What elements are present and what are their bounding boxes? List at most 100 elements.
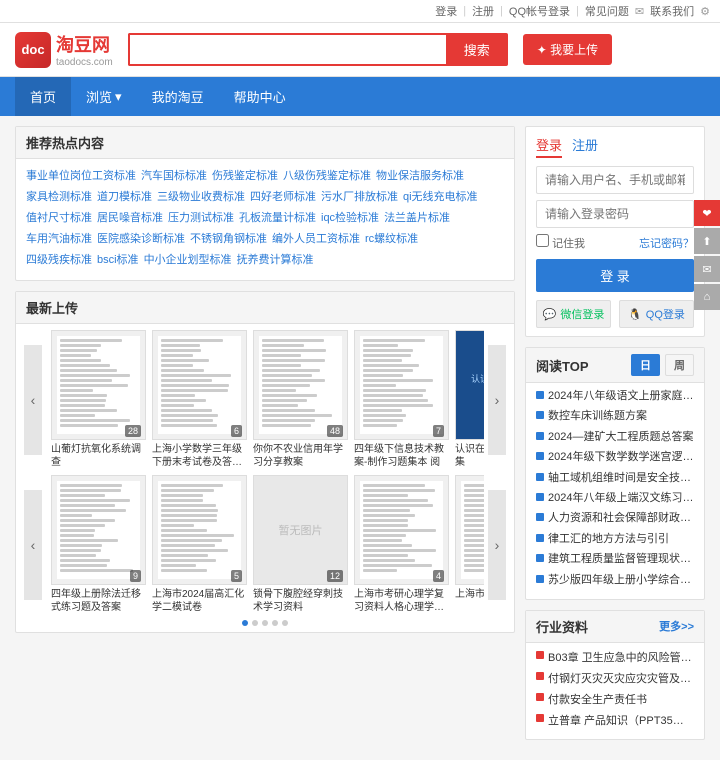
dot-3[interactable] bbox=[262, 620, 268, 626]
doc-item[interactable]: 暂无图片12锁骨下腹腔经穿刺技术学习资料 bbox=[253, 475, 348, 614]
industry-item[interactable]: 付钢灯灭灾灭灾应灾灾管及措施 bbox=[536, 670, 694, 686]
doc-item[interactable]: 48你你不农业信用年学习分享教案 bbox=[253, 330, 348, 469]
nav-help[interactable]: 帮助中心 bbox=[219, 77, 301, 116]
hot-tag[interactable]: qi无线充电标准 bbox=[403, 188, 478, 204]
password-input[interactable] bbox=[536, 200, 694, 228]
hot-tag[interactable]: 污水厂排放标准 bbox=[321, 188, 398, 204]
hot-tag[interactable]: 汽车国标标准 bbox=[141, 167, 207, 183]
logo[interactable]: doc 淘豆网 taodocs.com bbox=[15, 31, 113, 68]
reading-item[interactable]: 建筑工程质量监督管理现状及措施 bbox=[536, 552, 694, 567]
doc-item[interactable]: 9四年级上册除法迁移式练习题及答案 bbox=[51, 475, 146, 614]
hot-tag[interactable]: 抚养费计算标准 bbox=[237, 251, 314, 267]
nav-my-taodou[interactable]: 我的淘豆 bbox=[137, 77, 219, 116]
doc-item[interactable]: 4上海市学水平考试 bbox=[455, 475, 484, 614]
hot-tag[interactable]: iqc检验标准 bbox=[321, 209, 379, 225]
hot-tag[interactable]: 孔板流量计标准 bbox=[239, 209, 316, 225]
chevron-down-icon: ▾ bbox=[115, 89, 122, 105]
doc-item[interactable]: 4上海市考研心理学复习资料人格心理学班设备 bbox=[354, 475, 449, 614]
dot-5[interactable] bbox=[282, 620, 288, 626]
industry-section: 行业资料 更多>> B03章 卫生应急中的风险管理理论与方法付钢灯灭灾灭灾应灾灾… bbox=[525, 610, 705, 740]
contact-link[interactable]: 联系我们 bbox=[650, 3, 694, 19]
doc-page-count: 6 bbox=[231, 425, 242, 437]
reading-item[interactable]: 律工汇的地方方法与引引 bbox=[536, 532, 694, 547]
reading-item[interactable]: 2024年八年级语文上册家庭作业本答案… bbox=[536, 389, 694, 404]
tab-register[interactable]: 注册 bbox=[572, 135, 598, 158]
industry-item-text: B03章 卫生应急中的风险管理理论与方法 bbox=[548, 649, 694, 665]
hot-tag[interactable]: 家具检测标准 bbox=[26, 188, 92, 204]
doc-item[interactable]: 7四年级下信息技术教案-制作习题集本 阅 bbox=[354, 330, 449, 469]
hot-tag[interactable]: 道刀模标准 bbox=[97, 188, 152, 204]
hot-tag[interactable]: 八级伤残鉴定标准 bbox=[283, 167, 371, 183]
doc-page-count: 12 bbox=[327, 570, 343, 582]
industry-item[interactable]: B03章 卫生应急中的风险管理理论与方法 bbox=[536, 649, 694, 665]
forgot-link[interactable]: 忘记密码？ bbox=[639, 235, 694, 251]
hot-tag[interactable]: 编外人员工资标准 bbox=[272, 230, 360, 246]
search-button[interactable]: 搜索 bbox=[446, 33, 508, 66]
hot-tag[interactable]: 四好老师标准 bbox=[250, 188, 316, 204]
hot-tag[interactable]: 中小企业划型标准 bbox=[144, 251, 232, 267]
tab-day[interactable]: 日 bbox=[631, 354, 660, 376]
hot-tag[interactable]: 值衬尺寸标准 bbox=[26, 209, 92, 225]
tab-login[interactable]: 登录 bbox=[536, 135, 562, 158]
next-arrow[interactable]: › bbox=[488, 345, 506, 455]
header: doc 淘豆网 taodocs.com 搜索 ✦ 我要上传 bbox=[0, 23, 720, 77]
hot-tag[interactable]: 医院感染诊断标准 bbox=[97, 230, 185, 246]
doc-thumbnail: 9 bbox=[51, 475, 146, 585]
reading-item[interactable]: 人力资源和社会保障部财政部关于调整… bbox=[536, 511, 694, 526]
side-icon-home[interactable]: ⌂ bbox=[694, 284, 720, 310]
reading-item[interactable]: 2024年八年级上端汉文练习册答案 bbox=[536, 491, 694, 506]
nav-browse[interactable]: 浏览 ▾ bbox=[71, 77, 137, 116]
hot-tag[interactable]: 四级残疾标准 bbox=[26, 251, 92, 267]
hot-tag[interactable]: 伤残鉴定标准 bbox=[212, 167, 278, 183]
reading-icon bbox=[536, 452, 544, 460]
qq-login-button[interactable]: 🐧 QQ登录 bbox=[619, 300, 694, 328]
nav-home[interactable]: 首页 bbox=[15, 77, 71, 116]
hot-tag[interactable]: 事业单位岗位工资标准 bbox=[26, 167, 136, 183]
search-input[interactable] bbox=[128, 33, 446, 66]
hot-tag[interactable]: bsci标准 bbox=[97, 251, 139, 267]
tab-week[interactable]: 周 bbox=[665, 354, 694, 376]
reading-item[interactable]: 2024年级下数学数学迷宫逻辑答表 bbox=[536, 450, 694, 465]
faq-link[interactable]: 常见问题 bbox=[585, 3, 629, 19]
login-social: 💬 微信登录 🐧 QQ登录 bbox=[536, 300, 694, 328]
wechat-login-button[interactable]: 💬 微信登录 bbox=[536, 300, 611, 328]
doc-item[interactable]: 6上海小学数学三年级下册末考试卷及答案明解 bbox=[152, 330, 247, 469]
hot-tag[interactable]: 居民噪音标准 bbox=[97, 209, 163, 225]
hot-tag[interactable]: 不锈钢角钢标准 bbox=[190, 230, 267, 246]
dot-2[interactable] bbox=[252, 620, 258, 626]
side-icon-1[interactable]: ❤ bbox=[694, 200, 720, 226]
doc-item[interactable]: 5上海市2024届高汇化学二模试卷 bbox=[152, 475, 247, 614]
qq-login-link[interactable]: QQ帐号登录 bbox=[509, 3, 570, 19]
login-submit-button[interactable]: 登 录 bbox=[536, 259, 694, 292]
username-input[interactable] bbox=[536, 166, 694, 194]
industry-item[interactable]: 付款安全生产责任书 bbox=[536, 691, 694, 707]
next-arrow-2[interactable]: › bbox=[488, 490, 506, 600]
hot-tag[interactable]: 车用汽油标准 bbox=[26, 230, 92, 246]
doc-item[interactable]: 认识在教学习方教4认识在教学习方教案集 bbox=[455, 330, 484, 469]
login-link[interactable]: 登录 bbox=[435, 3, 457, 19]
side-icon-mail[interactable]: ✉ bbox=[694, 256, 720, 282]
prev-arrow-2[interactable]: ‹ bbox=[24, 490, 42, 600]
hot-tag[interactable]: 压力测试标准 bbox=[168, 209, 234, 225]
reading-item[interactable]: 2024—建矿大工程质题总答案 bbox=[536, 430, 694, 445]
remember-checkbox[interactable] bbox=[536, 234, 549, 247]
hot-tag[interactable]: 三级物业收费标准 bbox=[157, 188, 245, 204]
tag-row-3: 值衬尺寸标准居民噪音标准压力测试标准孔板流量计标准 iqc检验标准法兰盖片标准 bbox=[26, 209, 504, 225]
dot-4[interactable] bbox=[272, 620, 278, 626]
doc-item[interactable]: 28山葡灯抗氧化系统调查 bbox=[51, 330, 146, 469]
upload-button[interactable]: ✦ 我要上传 bbox=[523, 34, 612, 65]
hot-tag[interactable]: rc螺纹标准 bbox=[365, 230, 418, 246]
login-tabs: 登录 注册 bbox=[536, 135, 694, 158]
reading-item[interactable]: 数控车床训练题方案 bbox=[536, 409, 694, 424]
industry-list: B03章 卫生应急中的风险管理理论与方法付钢灯灭灾灭灾应灾灾管及措施付款安全生产… bbox=[526, 643, 704, 739]
reading-item[interactable]: 轴工域机组维时间是安全技术规台（XX）… bbox=[536, 471, 694, 486]
industry-more[interactable]: 更多>> bbox=[659, 618, 694, 634]
hot-tag[interactable]: 法兰盖片标准 bbox=[384, 209, 450, 225]
industry-item[interactable]: 立普章 产品知识（PPT35页） bbox=[536, 712, 694, 728]
reading-item[interactable]: 苏少版四年级上册小学综合实践活动全 bbox=[536, 573, 694, 588]
side-icon-2[interactable]: ⬆ bbox=[694, 228, 720, 254]
register-link[interactable]: 注册 bbox=[472, 3, 494, 19]
dot-1[interactable] bbox=[242, 620, 248, 626]
hot-tag[interactable]: 物业保洁服务标准 bbox=[376, 167, 464, 183]
prev-arrow[interactable]: ‹ bbox=[24, 345, 42, 455]
